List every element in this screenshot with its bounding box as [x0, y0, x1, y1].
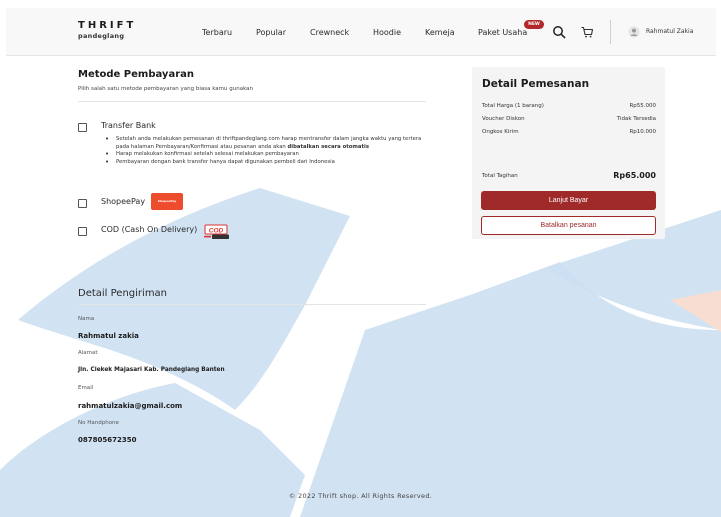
summary-row-value: Rp55.000: [629, 103, 656, 109]
note-text: Setelah anda melakukan pemesanan di thri…: [116, 136, 422, 150]
cod-label[interactable]: COD (Cash On Delivery): [101, 225, 197, 234]
summary-row-value: Tidak Tersedia: [616, 116, 656, 122]
nav-hoodie[interactable]: Hoodie: [373, 28, 401, 37]
order-summary-card: Detail Pemesanan Total Harga (1 barang) …: [472, 67, 665, 239]
field-value-name: Rahmatul zakia: [78, 332, 139, 340]
field-label-address: Alamat: [78, 350, 98, 356]
cod-logo-text: COD: [209, 227, 224, 234]
order-summary-title: Detail Pemesanan: [482, 78, 590, 90]
cod-checkbox[interactable]: [78, 227, 87, 236]
total-value: Rp65.000: [613, 171, 656, 180]
field-value-email: rahmatulzakia@gmail.com: [78, 402, 183, 410]
new-badge: NEW: [524, 20, 544, 29]
field-label-phone: No Handphone: [78, 420, 119, 426]
payment-section-title: Metode Pembayaran: [78, 69, 195, 80]
shopeepay-logo: ShopeePay: [151, 193, 183, 210]
payment-section-subtitle: Pilih salah satu metode pembayaran yang …: [78, 86, 254, 92]
list-item: Harap melakukan konfirmasi setelah seles…: [104, 151, 426, 159]
logo-sub-text: pandeglang: [78, 32, 125, 40]
shipping-section-title: Detail Pengiriman: [78, 288, 168, 299]
bank-transfer-notes: Setelah anda melakukan pemesanan di thri…: [104, 136, 426, 166]
logo-main-text: THRIFT: [78, 20, 137, 31]
cod-logo: COD: [204, 224, 229, 239]
nav-kemeja[interactable]: Kemeja: [425, 28, 455, 37]
nav-paket-usaha[interactable]: Paket Usaha: [478, 28, 527, 37]
cart-icon[interactable]: [580, 25, 594, 39]
top-navbar: THRIFT pandeglang Terbaru Popular Crewne…: [6, 8, 716, 56]
search-icon[interactable]: [552, 25, 566, 39]
summary-row-label: Voucher Diskon: [482, 116, 525, 122]
transfer-bank-checkbox[interactable]: [78, 123, 87, 132]
nav-popular[interactable]: Popular: [256, 28, 286, 37]
brand-logo[interactable]: THRIFT pandeglang: [78, 20, 136, 40]
summary-row-value: Rp10.000: [629, 129, 656, 135]
user-name[interactable]: Rahmatul Zakia: [646, 28, 693, 35]
cancel-order-button[interactable]: Batalkan pesanan: [481, 216, 656, 235]
checkout-page: THRIFT pandeglang Terbaru Popular Crewne…: [0, 0, 721, 517]
footer-copyright: © 2022 Thrift shop. All Rights Reserved.: [288, 492, 433, 500]
field-value-address: Jln. Ciekek Majasari Kab. Pandeglang Ban…: [78, 367, 225, 373]
summary-row-label: Total Harga (1 barang): [482, 103, 544, 109]
shopeepay-checkbox[interactable]: [78, 199, 87, 208]
shipping-divider: [78, 304, 426, 305]
list-item: Setelah anda melakukan pemesanan di thri…: [104, 136, 426, 151]
list-item: Pembayaran dengan bank transfer hanya da…: [104, 159, 426, 167]
shopeepay-label[interactable]: ShopeePay: [101, 197, 145, 206]
user-icon[interactable]: [628, 26, 640, 38]
payment-divider: [78, 101, 426, 102]
note-bold-text: dibatalkan secara otomatis: [287, 143, 369, 150]
field-label-email: Email: [78, 385, 94, 391]
nav-terbaru[interactable]: Terbaru: [202, 28, 232, 37]
summary-row-label: Ongkos Kirim: [482, 129, 519, 135]
field-value-phone: 087805672350: [78, 436, 137, 444]
field-label-name: Nama: [78, 316, 95, 322]
total-label: Total Tagihan: [482, 173, 518, 179]
transfer-bank-label[interactable]: Transfer Bank: [101, 121, 156, 130]
pay-button[interactable]: Lanjut Bayar: [481, 191, 656, 210]
nav-crewneck[interactable]: Crewneck: [310, 28, 349, 37]
header-divider: [610, 20, 611, 44]
